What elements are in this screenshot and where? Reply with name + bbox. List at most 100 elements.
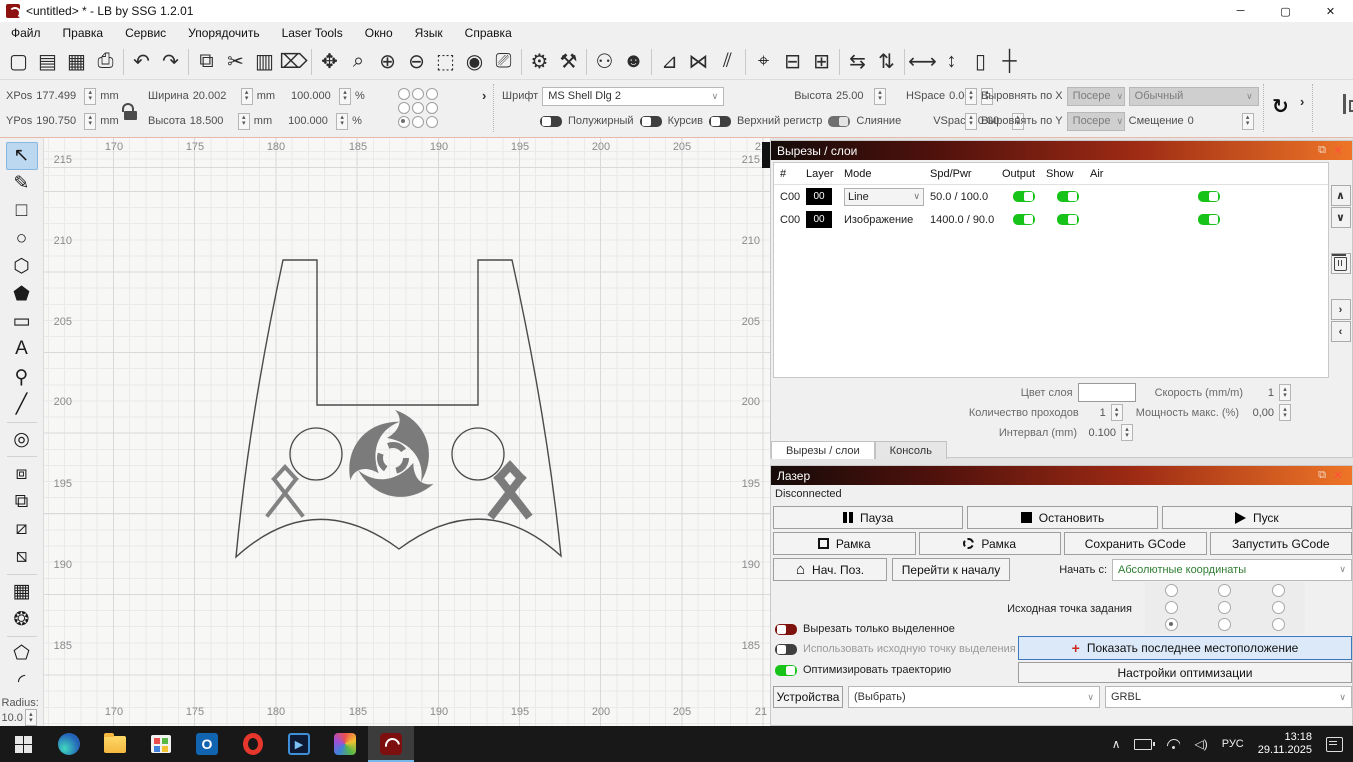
height-spinner[interactable] bbox=[237, 112, 250, 130]
laser-panel-header[interactable]: Лазер ⧉ ✕ bbox=[771, 466, 1352, 485]
language-indicator[interactable]: РУС bbox=[1222, 738, 1244, 750]
menu-arrange[interactable]: Упорядочить bbox=[177, 26, 270, 40]
optimize-toggle[interactable] bbox=[775, 664, 797, 676]
volume-icon[interactable]: ◁) bbox=[1194, 737, 1207, 751]
close-panel-icon[interactable]: ✕ bbox=[1330, 469, 1346, 482]
tab-cuts-layers[interactable]: Вырезы / слои bbox=[771, 441, 875, 459]
cut-icon[interactable]: ✂ bbox=[221, 47, 250, 77]
layer-up-button[interactable]: ∧ bbox=[1330, 185, 1351, 206]
copy-icon[interactable]: ⧉ bbox=[192, 47, 221, 77]
speed-value[interactable]: 1 bbox=[1248, 387, 1274, 399]
tool-close-path[interactable]: ⬠ bbox=[6, 640, 38, 668]
scale-h-value[interactable]: 100.000 bbox=[288, 115, 332, 127]
job-origin-grid[interactable] bbox=[1145, 582, 1305, 634]
layer-color-chip[interactable]: 00 bbox=[806, 211, 832, 228]
scale-w-value[interactable]: 100.000 bbox=[291, 90, 335, 102]
same-size-icon[interactable]: ▯ bbox=[966, 47, 995, 77]
tool-ellipse[interactable]: ○ bbox=[6, 225, 38, 253]
air-toggle[interactable] bbox=[1198, 191, 1220, 202]
start-button[interactable] bbox=[0, 726, 46, 762]
canvas[interactable]: 170 175 180 185 190 195 200 205 21 170 175 180 185 1… bbox=[44, 138, 770, 726]
layer-row-1[interactable]: C00 00 Line ∨ 50.0 / 100.0 bbox=[774, 185, 1328, 208]
zoom-out-icon[interactable]: ⊖ bbox=[402, 47, 431, 77]
stop-button[interactable]: Остановить bbox=[967, 506, 1158, 529]
wifi-icon[interactable] bbox=[1166, 739, 1180, 749]
aspect-lock-icon[interactable] bbox=[122, 103, 138, 120]
output-toggle[interactable] bbox=[1013, 191, 1035, 202]
weld-mode-dropdown[interactable]: Обычный ∨ bbox=[1128, 86, 1259, 106]
menu-service[interactable]: Сервис bbox=[114, 26, 177, 40]
ribbon-chevron-icon[interactable]: › bbox=[1300, 94, 1304, 109]
distribute-v-icon[interactable]: ⇅ bbox=[872, 47, 901, 77]
minimize-button[interactable]: ─ bbox=[1218, 0, 1263, 22]
cuts-panel-header[interactable]: Вырезы / слои ⧉ ✕ bbox=[771, 141, 1352, 160]
frame-circle-button[interactable]: Рамка bbox=[918, 532, 1061, 555]
align-x-icon[interactable]: ⊟ bbox=[778, 47, 807, 77]
layer-row-2[interactable]: C00 00 Изображение 1400.0 / 90.0 bbox=[774, 208, 1328, 231]
zoom-in-icon[interactable]: ⊕ bbox=[373, 47, 402, 77]
float-panel-icon[interactable]: ⧉ bbox=[1314, 144, 1330, 157]
align-x-dropdown[interactable]: Посере ∨ bbox=[1066, 86, 1125, 106]
camera-icon[interactable]: ◉ bbox=[460, 47, 489, 77]
open-file-icon[interactable]: ▤ bbox=[33, 47, 62, 77]
layer-down-button[interactable]: ∨ bbox=[1330, 207, 1351, 228]
power-spinner[interactable] bbox=[1279, 404, 1291, 421]
goto-start-button[interactable]: Перейти к началу bbox=[892, 558, 1010, 581]
optimization-settings-button[interactable]: Настройки оптимизации bbox=[1018, 662, 1352, 683]
tool-select[interactable]: ↖ bbox=[5, 142, 38, 170]
taskbar-opera[interactable] bbox=[230, 726, 276, 762]
taskbar-outlook[interactable]: O bbox=[184, 726, 230, 762]
maximize-button[interactable]: ▢ bbox=[1263, 0, 1308, 22]
menu-help[interactable]: Справка bbox=[454, 26, 523, 40]
same-width-icon[interactable]: ⟷ bbox=[908, 47, 937, 77]
save-gcode-button[interactable]: Сохранить GCode bbox=[1064, 532, 1207, 555]
flip-horizontal-icon[interactable]: ⋈ bbox=[684, 47, 713, 77]
taskbar-explorer[interactable] bbox=[92, 726, 138, 762]
font-family-dropdown[interactable]: MS Shell Dlg 2 ∨ bbox=[542, 86, 725, 106]
panel-left-arrow[interactable]: ‹ bbox=[1330, 321, 1351, 342]
tool-rectangle[interactable]: □ bbox=[6, 197, 38, 225]
tool-grid-array[interactable]: ▦ bbox=[6, 578, 38, 606]
zoom-to-page-icon[interactable]: ⌕ bbox=[344, 47, 373, 77]
tool-position-marker[interactable]: ⚲ bbox=[6, 363, 38, 391]
laser-head-icon[interactable] bbox=[1341, 94, 1353, 114]
output-toggle[interactable] bbox=[1013, 214, 1035, 225]
scale-w-spinner[interactable] bbox=[339, 87, 352, 105]
preview-icon[interactable]: ⎚ bbox=[489, 47, 518, 77]
machine-settings-icon[interactable]: ⚒ bbox=[554, 47, 583, 77]
layer-color-box[interactable] bbox=[1077, 383, 1136, 402]
tab-console[interactable]: Консоль bbox=[874, 441, 947, 459]
height-value[interactable]: 18.500 bbox=[190, 115, 234, 127]
device-select-dropdown[interactable]: (Выбрать) ∨ bbox=[848, 686, 1100, 708]
uppercase-toggle[interactable] bbox=[708, 115, 731, 127]
menu-window[interactable]: Окно bbox=[354, 26, 404, 40]
ypos-spinner[interactable] bbox=[84, 112, 97, 130]
ypos-value[interactable]: 190.750 bbox=[36, 115, 80, 127]
radius-spinner[interactable] bbox=[24, 709, 37, 727]
sync-icon[interactable]: ↻ bbox=[1272, 94, 1289, 119]
tray-chevron-icon[interactable]: ∧ bbox=[1112, 737, 1121, 751]
user-icon[interactable]: ☻ bbox=[619, 47, 648, 77]
pause-button[interactable]: Пауза bbox=[773, 506, 964, 529]
mode-dropdown[interactable]: Line ∨ bbox=[844, 187, 924, 206]
power-value[interactable]: 0,00 bbox=[1244, 407, 1274, 419]
start-button[interactable]: Пуск bbox=[1161, 506, 1352, 529]
use-selection-origin-toggle[interactable] bbox=[775, 643, 797, 655]
devices-button[interactable]: Устройства bbox=[773, 686, 843, 708]
tool-offset[interactable]: ◎ bbox=[6, 425, 38, 453]
font-height-value[interactable]: 25.00 bbox=[836, 90, 870, 102]
redo-icon[interactable]: ↷ bbox=[156, 47, 185, 77]
show-last-position-button[interactable]: + Показать последнее местоположение bbox=[1018, 636, 1352, 660]
frame-rect-button[interactable]: Рамка bbox=[773, 532, 916, 555]
paste-icon[interactable]: ▥ bbox=[250, 47, 279, 77]
tool-text[interactable]: A bbox=[6, 336, 38, 364]
distribute-h-icon[interactable]: ⇆ bbox=[843, 47, 872, 77]
menu-language[interactable]: Язык bbox=[404, 26, 454, 40]
clock[interactable]: 13:18 29.11.2025 bbox=[1258, 731, 1312, 757]
offset-value[interactable]: 0 bbox=[1188, 115, 1202, 127]
taskbar-video-app[interactable]: ▶ bbox=[276, 726, 322, 762]
font-height-spinner[interactable] bbox=[873, 87, 886, 105]
run-gcode-button[interactable]: Запустить GCode bbox=[1209, 532, 1352, 555]
offset-spinner[interactable] bbox=[1241, 112, 1254, 130]
air-toggle[interactable] bbox=[1198, 214, 1220, 225]
